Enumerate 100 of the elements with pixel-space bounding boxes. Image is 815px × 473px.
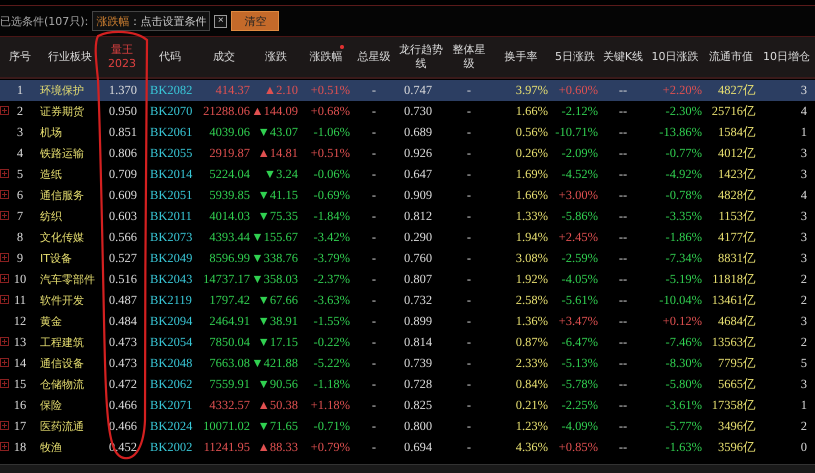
table-cell: 2919.87 <box>209 146 250 161</box>
column-header[interactable]: 10日增仓 <box>758 37 815 77</box>
table-cell: 4684亿 <box>718 313 756 330</box>
table-cell: - <box>372 419 376 434</box>
column-header[interactable]: 代码 <box>144 37 196 77</box>
table-cell: BK2062 <box>150 377 192 392</box>
table-cell: 0.909 <box>404 188 432 203</box>
selected-row[interactable]: 1 环境保护 1.370 BK2082 414.37 ▲2.10 +0.51% - 0.747 - 3.97% +0.60% -- +2.20% 4827亿 3 <box>0 80 815 101</box>
expand-icon[interactable] <box>0 169 9 178</box>
table-cell: 0.814 <box>404 335 432 350</box>
table-cell: - <box>372 314 376 329</box>
table-cell: 0.760 <box>404 251 432 266</box>
table-cell: 0.689 <box>404 125 432 140</box>
table-cell: -5.13% <box>562 356 598 371</box>
table-cell: 14737.17 <box>203 272 250 287</box>
table-cell: 11818亿 <box>712 271 756 288</box>
table-cell: ▼338.76 <box>251 251 298 266</box>
table-cell: -4.92% <box>666 167 702 182</box>
table-cell: -- <box>618 398 628 413</box>
table-cell: - <box>372 230 376 245</box>
column-header[interactable]: 换手率 <box>492 37 550 77</box>
table-cell: 0.21% <box>516 398 548 413</box>
column-header[interactable]: 涨跌幅 <box>300 37 352 77</box>
table-cell: 6 <box>16 188 24 203</box>
table-cell: 10 <box>14 272 26 287</box>
column-header[interactable]: 序号 <box>0 37 40 77</box>
table-cell: 7850.04 <box>209 335 250 350</box>
table-cell: - <box>372 377 376 392</box>
close-icon[interactable]: × <box>214 14 228 28</box>
table-cell: ▼90.56 <box>258 377 298 392</box>
table-cell: -3.79% <box>314 251 350 266</box>
table-cell: - <box>466 209 472 224</box>
expand-icon[interactable] <box>0 211 9 220</box>
expand-icon[interactable] <box>0 274 9 283</box>
expand-icon[interactable] <box>0 358 9 367</box>
filter-chip[interactable]: 涨跌幅：点击设置条件 <box>92 11 210 31</box>
table-cell: +2.45% <box>558 230 598 245</box>
column-header[interactable]: 10日涨跌 <box>646 37 704 77</box>
table-cell: - <box>372 209 376 224</box>
table-cell: 文化传媒 <box>40 230 84 245</box>
table-cell: 21288.06 <box>203 104 250 119</box>
table-cell: BK2049 <box>150 251 192 266</box>
clear-button[interactable]: 清空 <box>231 11 280 31</box>
table-cell: -2.12% <box>562 104 598 119</box>
expand-icon[interactable] <box>0 379 9 388</box>
table-cell: 1153亿 <box>718 208 756 225</box>
table-cell: +0.51% <box>310 146 350 161</box>
column-header[interactable]: 5日涨跌 <box>550 37 600 77</box>
column-header[interactable]: 龙行趋势线 <box>396 37 446 77</box>
expand-icon[interactable] <box>0 421 9 430</box>
table-cell: -0.69% <box>314 188 350 203</box>
column-header[interactable]: 总星级 <box>352 37 396 77</box>
table-cell: 0.709 <box>108 167 137 182</box>
table-cell: 保险 <box>40 398 62 413</box>
column-header[interactable]: 成交 <box>196 37 252 77</box>
table-cell: -- <box>618 440 628 455</box>
table-cell: -1.18% <box>314 377 350 392</box>
expand-icon[interactable] <box>0 295 9 304</box>
table-cell: 1 <box>16 83 24 98</box>
column-header[interactable]: 整体星级 <box>446 37 492 77</box>
expand-icon[interactable] <box>0 442 9 451</box>
table-cell: +3.47% <box>558 314 598 329</box>
column-header[interactable]: 量王2023 <box>100 37 144 77</box>
table-cell: 12 <box>14 314 26 329</box>
table-cell: 11241.95 <box>204 440 250 455</box>
table-cell: BK2082 <box>150 83 192 98</box>
table-cell: 25716亿 <box>712 103 756 120</box>
table-cell: -5.22% <box>314 356 350 371</box>
table-cell: 0 <box>800 440 807 455</box>
column-header[interactable]: 涨跌 <box>252 37 300 77</box>
table-cell: -4.09% <box>562 419 598 434</box>
table-cell: 2 <box>800 335 807 350</box>
column-header[interactable]: 流通市值 <box>704 37 758 77</box>
expand-icon[interactable] <box>0 190 9 199</box>
table-cell: -5.80% <box>666 377 702 392</box>
table-cell: ▼17.15 <box>258 335 298 350</box>
table-cell: -1.84% <box>314 209 350 224</box>
table-cell: 0.566 <box>108 230 137 245</box>
table-cell: ▼38.91 <box>258 314 298 329</box>
expand-icon[interactable] <box>0 253 9 262</box>
table-cell: 1797.42 <box>209 293 250 308</box>
table-cell: - <box>466 356 472 371</box>
table-cell: BK2054 <box>150 335 192 350</box>
expand-icon[interactable] <box>0 337 9 346</box>
table-cell: - <box>466 125 472 140</box>
expand-icon[interactable] <box>0 106 9 115</box>
table-cell: 牧渔 <box>40 440 62 455</box>
table-cell: - <box>466 293 472 308</box>
table-cell: -4.52% <box>562 167 598 182</box>
table-cell: 铁路运输 <box>40 146 84 161</box>
table-cell: BK2014 <box>150 167 192 182</box>
column-header[interactable]: 关键K线 <box>600 37 646 77</box>
table-cell: - <box>466 104 472 119</box>
table-cell: 0.730 <box>404 104 432 119</box>
table-cell: ▲50.38 <box>258 398 298 413</box>
table-cell: 3 <box>800 83 807 98</box>
table-cell: 1.36% <box>516 314 548 329</box>
table-cell: 3 <box>800 146 807 161</box>
column-header[interactable]: 行业板块 <box>40 37 100 77</box>
table-cell: -8.30% <box>666 356 702 371</box>
